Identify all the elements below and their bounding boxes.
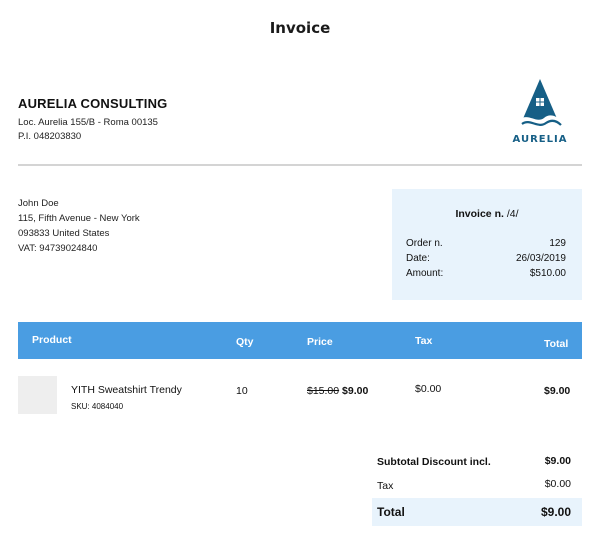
price-original: $15.00	[307, 385, 340, 397]
company-vat: P.I. 048203830	[18, 131, 82, 142]
customer-vat: VAT: 94739024840	[18, 243, 98, 254]
product-sku: SKU: 4084040	[71, 402, 124, 411]
product-tax: $0.00	[415, 383, 442, 395]
date-label: Date:	[406, 253, 430, 264]
table-header	[18, 322, 582, 359]
amount-label: Amount:	[406, 268, 444, 279]
order-value: 129	[549, 238, 566, 249]
invoice-number-label: Invoice n.	[455, 208, 504, 220]
order-label: Order n.	[406, 238, 443, 249]
grand-total-label: Total	[377, 505, 405, 519]
header-qty: Qty	[236, 336, 254, 348]
logo-wordmark: AURELIA	[512, 134, 568, 145]
date-value: 26/03/2019	[515, 253, 566, 264]
company-address: Loc. Aurelia 155/B - Roma 00135	[18, 117, 158, 128]
product-price: $15.00 $9.00	[307, 385, 368, 397]
product-thumbnail	[18, 376, 57, 414]
customer-postal-country: 093833 United States	[18, 228, 110, 239]
summary-tax-label: Tax	[377, 480, 394, 492]
header-product: Product	[32, 334, 72, 346]
header-divider	[18, 164, 582, 166]
subtotal-label: Subtotal Discount incl.	[377, 456, 491, 468]
subtotal-value: $9.00	[544, 455, 571, 467]
customer-name: John Doe	[18, 198, 59, 209]
product-qty: 10	[236, 385, 248, 397]
header-total: Total	[544, 338, 569, 350]
header-tax: Tax	[415, 335, 433, 347]
header-price: Price	[307, 336, 333, 348]
grand-total-value: $9.00	[540, 505, 571, 519]
product-name: YITH Sweatshirt Trendy	[71, 384, 182, 396]
summary-tax-value: $0.00	[544, 478, 571, 490]
amount-value: $510.00	[529, 268, 566, 279]
product-total: $9.00	[544, 385, 571, 397]
company-name: AURELIA CONSULTING	[18, 96, 168, 111]
invoice-number-value: /4/	[506, 208, 519, 220]
page-title: Invoice	[269, 19, 331, 37]
invoice-number-title: Invoice n. /4/	[392, 208, 582, 220]
price-discounted: $9.00	[342, 385, 369, 397]
customer-street: 115, Fifth Avenue - New York	[18, 213, 140, 224]
